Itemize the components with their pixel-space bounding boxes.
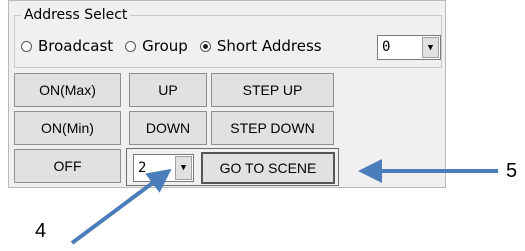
- callout-arrows: [70, 159, 498, 245]
- arrow-4: [70, 168, 172, 245]
- callout-label-5: 5: [506, 160, 518, 182]
- callout-label-4: 4: [35, 220, 47, 242]
